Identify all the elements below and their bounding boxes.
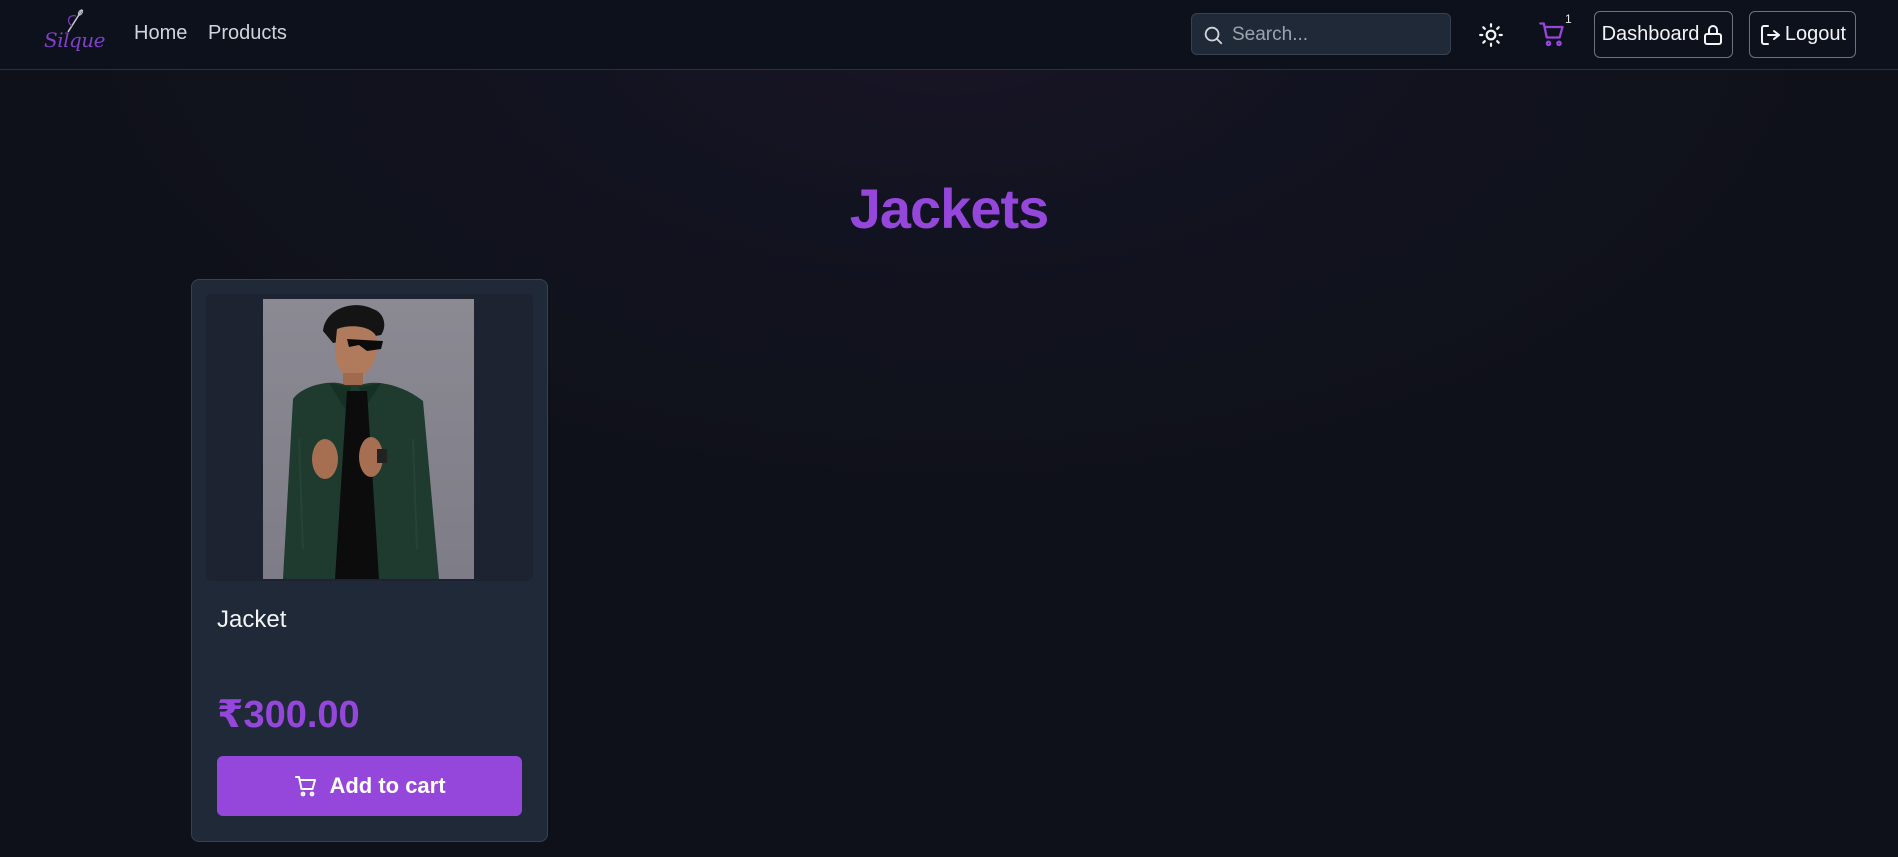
- model-illustration: [283, 305, 439, 579]
- page-title: Jackets: [849, 177, 1050, 240]
- dashboard-button[interactable]: Dashboard: [1594, 11, 1733, 58]
- sun-icon: [1479, 23, 1503, 47]
- product-card[interactable]: Jacket ₹300.00 Add to cart: [191, 279, 548, 842]
- search-icon: [1202, 24, 1224, 51]
- lock-icon: [1704, 24, 1723, 45]
- cart-count-badge: 1: [1565, 12, 1572, 26]
- cart-button[interactable]: [1537, 20, 1567, 48]
- cart-icon: [1539, 22, 1564, 47]
- brand-logo[interactable]: Silque: [40, 6, 106, 62]
- product-name[interactable]: Jacket: [217, 606, 286, 634]
- brand-logo-text: Silque: [44, 28, 106, 52]
- dashboard-button-label: Dashboard: [1601, 23, 1700, 45]
- product-image[interactable]: [263, 299, 474, 579]
- product-price: ₹300.00: [217, 694, 360, 736]
- nav-home-link[interactable]: Home: [134, 22, 187, 45]
- cart-icon: [295, 776, 317, 797]
- add-to-cart-button[interactable]: Add to cart: [217, 756, 522, 816]
- search-box[interactable]: [1191, 13, 1451, 55]
- search-input[interactable]: [1232, 20, 1442, 50]
- logout-button[interactable]: Logout: [1749, 11, 1856, 58]
- product-image-container: [206, 294, 533, 581]
- logout-button-label: Logout: [1784, 23, 1847, 45]
- navbar: Silque Home Products 1 Dashboard: [0, 0, 1898, 70]
- add-to-cart-label: Add to cart: [329, 773, 446, 798]
- logout-icon: [1760, 24, 1780, 45]
- theme-toggle-button[interactable]: [1478, 22, 1504, 48]
- nav-products-link[interactable]: Products: [208, 22, 287, 45]
